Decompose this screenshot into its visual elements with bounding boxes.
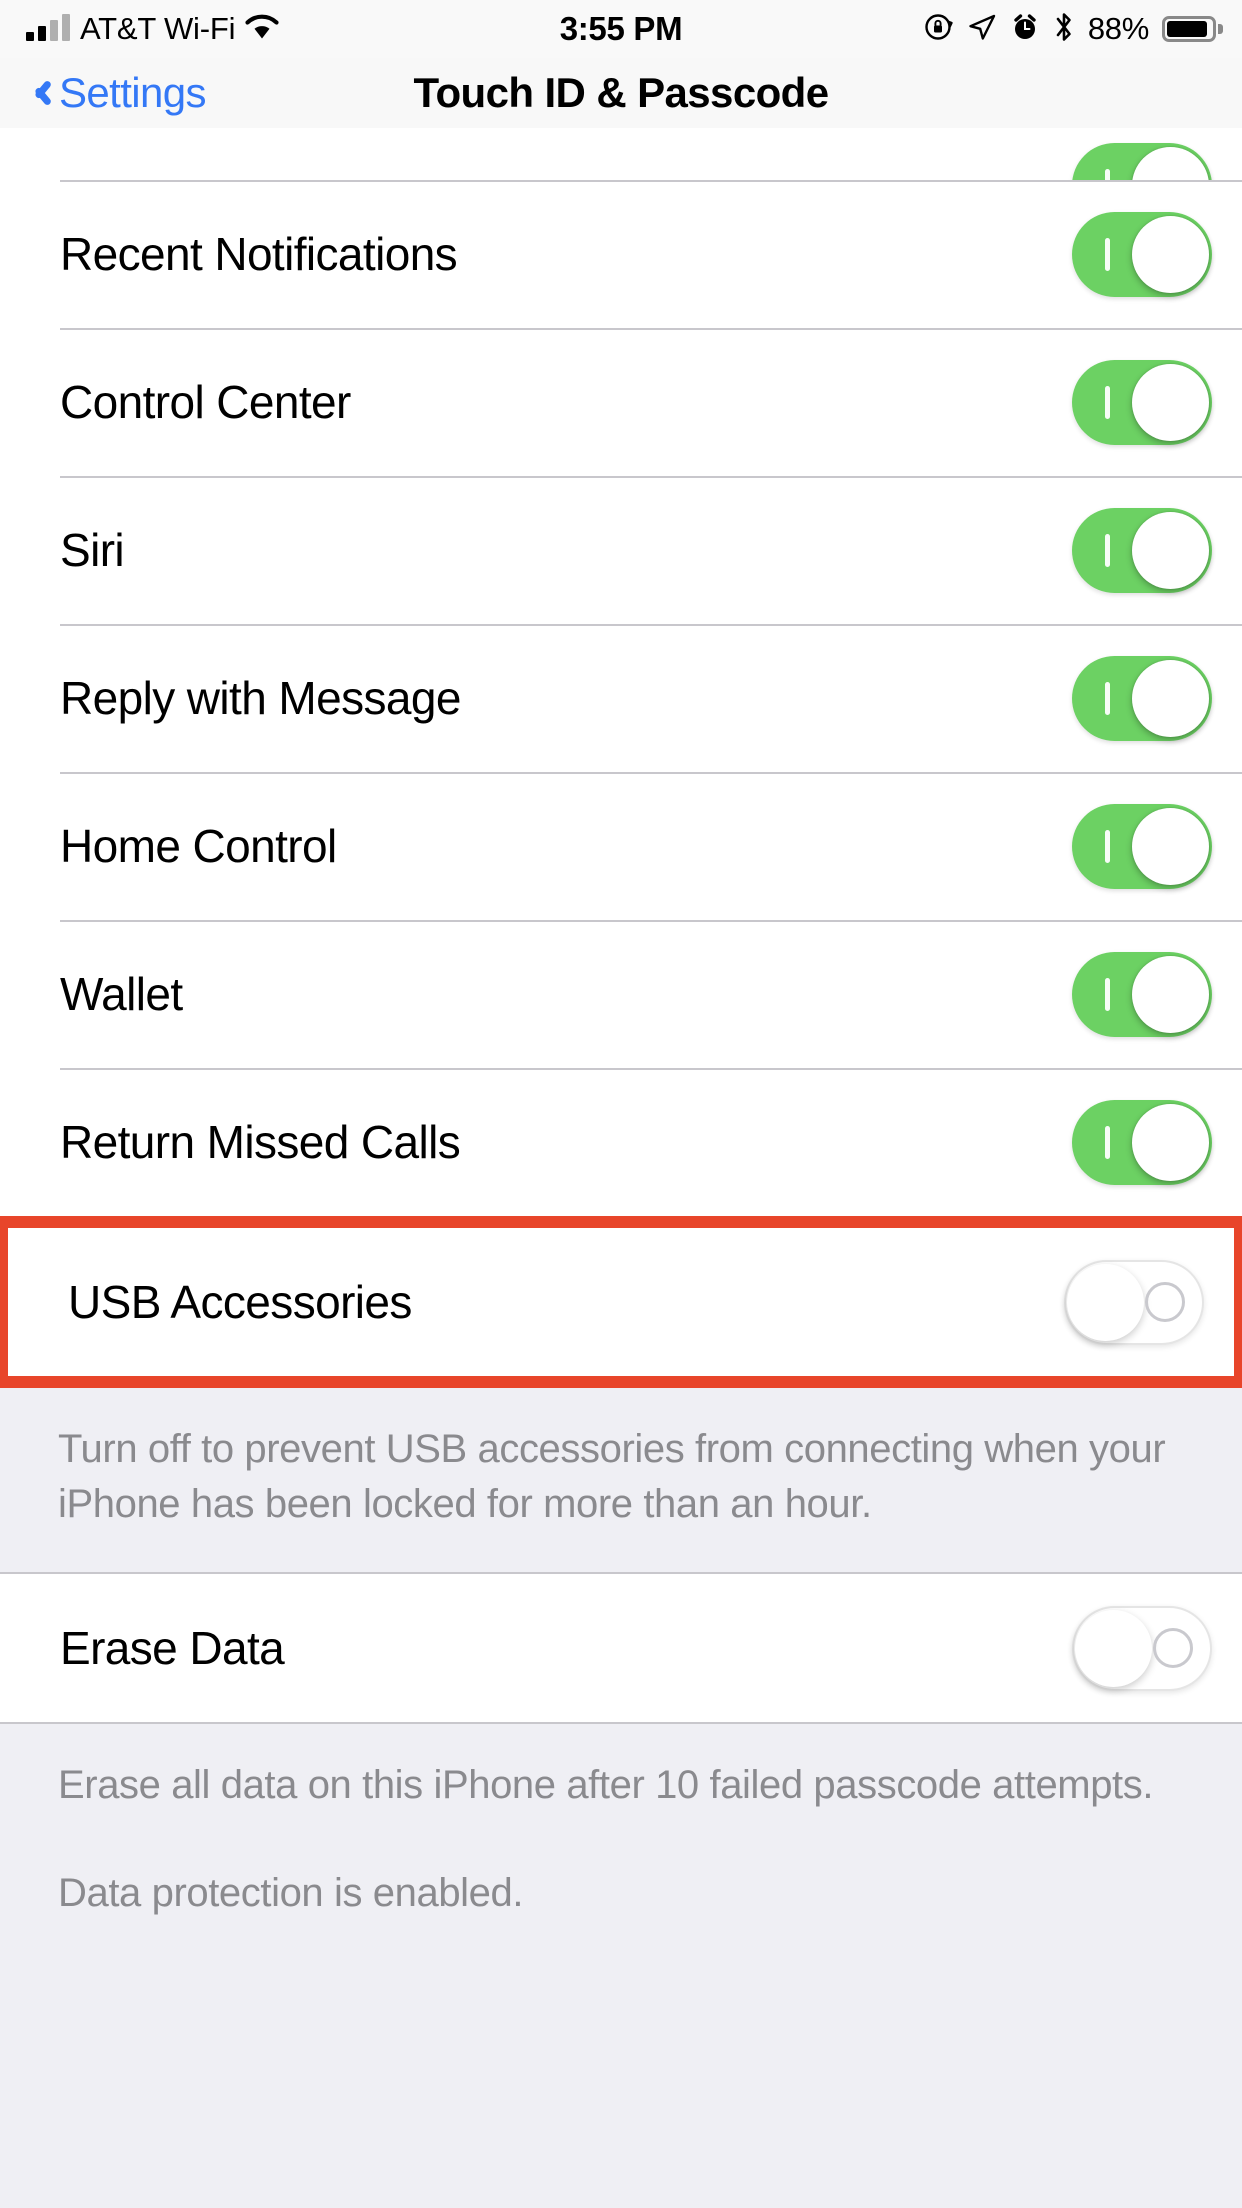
- usb-accessories-footer: Turn off to prevent USB accessories from…: [0, 1388, 1242, 1573]
- status-bar: AT&T Wi-Fi 3:55 PM 88%: [0, 0, 1242, 58]
- footer-text-line-1: Erase all data on this iPhone after 10 f…: [58, 1763, 1154, 1808]
- status-bar-left: AT&T Wi-Fi: [26, 11, 279, 47]
- list-item-wallet[interactable]: Wallet: [0, 920, 1242, 1068]
- list-item-usb-accessories[interactable]: USB Accessories: [8, 1228, 1234, 1376]
- toggle-switch-clipped[interactable]: [1072, 143, 1212, 180]
- footer-text: Turn off to prevent USB accessories from…: [58, 1427, 1166, 1527]
- list-item-clipped[interactable]: [0, 128, 1242, 180]
- list-item-label: Erase Data: [60, 1622, 285, 1675]
- toggle-switch-wallet[interactable]: [1072, 951, 1212, 1037]
- toggle-switch-reply-with-message[interactable]: [1072, 655, 1212, 741]
- carrier-label: AT&T Wi-Fi: [80, 11, 236, 46]
- battery-percent-label: 88%: [1087, 11, 1149, 46]
- list-item-home-control[interactable]: Home Control: [0, 772, 1242, 920]
- navigation-bar: Settings Touch ID & Passcode: [0, 58, 1242, 128]
- list-item-label: Control Center: [60, 376, 351, 428]
- list-item-label: Siri: [60, 524, 125, 576]
- list-item-label: Return Missed Calls: [60, 1116, 461, 1168]
- toggle-switch-control-center[interactable]: [1072, 359, 1212, 445]
- list-item-label: Recent Notifications: [60, 228, 458, 280]
- toggle-switch-return-missed-calls[interactable]: [1072, 1099, 1212, 1185]
- settings-scroll-view[interactable]: Recent Notifications Control Center Siri…: [0, 128, 1242, 2208]
- list-item-return-missed-calls[interactable]: Return Missed Calls: [0, 1068, 1242, 1216]
- list-item-label: Wallet: [60, 968, 183, 1020]
- list-item-recent-notifications[interactable]: Recent Notifications: [0, 180, 1242, 328]
- list-item-erase-data[interactable]: Erase Data: [0, 1574, 1242, 1723]
- toggle-switch-usb-accessories[interactable]: [1064, 1259, 1204, 1345]
- erase-data-group: Erase Data: [0, 1574, 1242, 1723]
- list-item-control-center[interactable]: Control Center: [0, 328, 1242, 476]
- footer-text-line-2: Data protection is enabled.: [58, 1870, 524, 1915]
- erase-data-footer: Erase all data on this iPhone after 10 f…: [0, 1724, 1242, 1961]
- bluetooth-icon: [1053, 11, 1075, 48]
- list-item-siri[interactable]: Siri: [0, 476, 1242, 624]
- list-item-label: Home Control: [60, 820, 337, 872]
- list-item-label: USB Accessories: [68, 1276, 412, 1328]
- status-bar-right: 88%: [924, 11, 1223, 48]
- toggle-switch-erase-data[interactable]: [1072, 1605, 1212, 1691]
- allow-access-group: Recent Notifications Control Center Siri…: [0, 128, 1242, 1216]
- toggle-switch-siri[interactable]: [1072, 507, 1212, 593]
- list-item-label: Reply with Message: [60, 672, 461, 724]
- location-arrow-icon: [967, 12, 997, 47]
- toggle-switch-recent-notifications[interactable]: [1072, 211, 1212, 297]
- battery-icon: [1162, 16, 1223, 42]
- wifi-icon: [245, 14, 279, 45]
- page-title: Touch ID & Passcode: [413, 69, 830, 116]
- iphone-settings-screen: AT&T Wi-Fi 3:55 PM 88% Settings Touch ID…: [0, 0, 1242, 2208]
- list-item-reply-with-message[interactable]: Reply with Message: [0, 624, 1242, 772]
- signal-bars-icon: [26, 14, 70, 41]
- highlight-annotation-box: USB Accessories: [0, 1216, 1242, 1388]
- rotation-lock-icon: [924, 12, 954, 47]
- alarm-clock-icon: [1010, 12, 1040, 47]
- toggle-switch-home-control[interactable]: [1072, 803, 1212, 889]
